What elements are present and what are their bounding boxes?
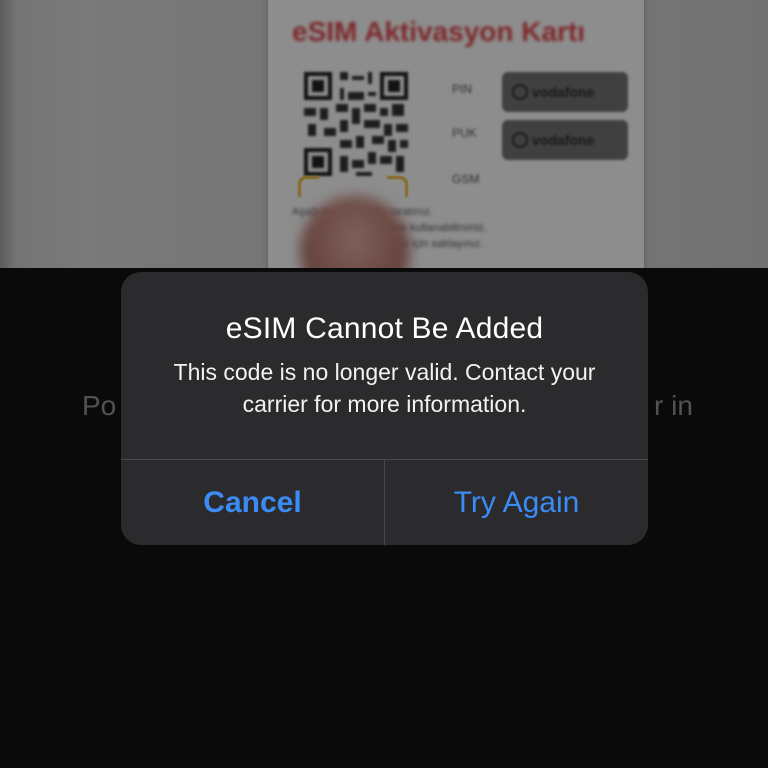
esim-error-alert: eSIM Cannot Be Added This code is no lon… bbox=[121, 272, 648, 545]
try-again-button[interactable]: Try Again bbox=[385, 460, 648, 545]
alert-message: This code is no longer valid. Contact yo… bbox=[173, 359, 596, 417]
alert-title: eSIM Cannot Be Added bbox=[225, 312, 544, 345]
screen: eSIM Aktivasyon Kartı PIN vodafone PUK v… bbox=[0, 0, 768, 768]
cancel-button[interactable]: Cancel bbox=[121, 460, 384, 545]
